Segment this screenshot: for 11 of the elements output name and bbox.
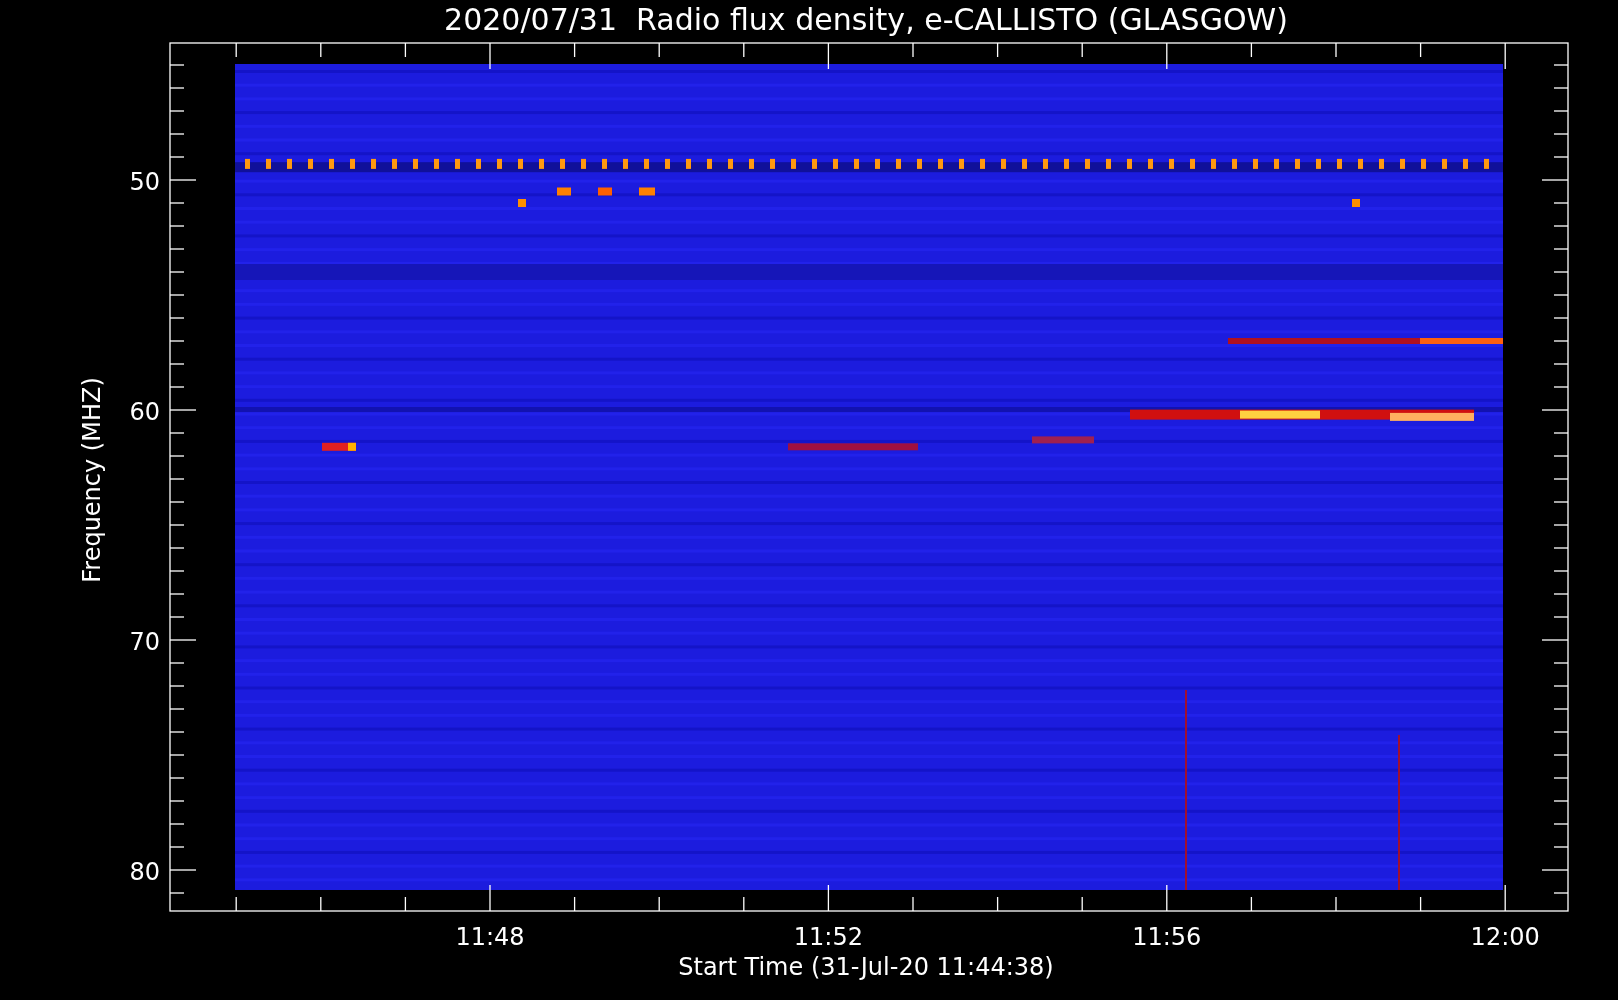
tick-label: 11:52 xyxy=(793,923,863,951)
axis-label: Frequency (MHZ) xyxy=(78,377,106,583)
axis-label: Start Time (31-Jul-20 11:44:38) xyxy=(678,953,1054,981)
tick-label: 12:00 xyxy=(1470,923,1540,951)
plot-title: 2020/07/31 Radio flux density, e-CALLISTO (GLASGOW) xyxy=(444,2,1288,37)
tick-label: 80 xyxy=(129,858,160,886)
tick-label: 11:48 xyxy=(455,923,525,951)
tick-label: 50 xyxy=(129,168,160,196)
tick-label: 60 xyxy=(129,398,160,426)
tick-label: 11:56 xyxy=(1132,923,1202,951)
tick-label: 70 xyxy=(129,628,160,656)
